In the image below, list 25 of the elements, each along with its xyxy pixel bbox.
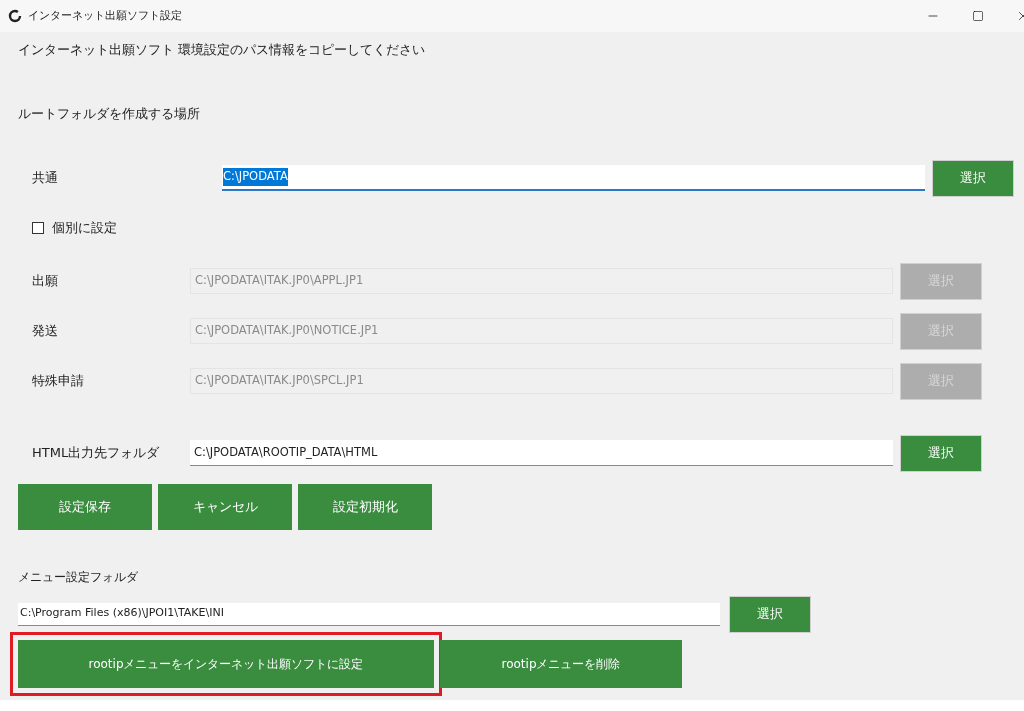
- path-field[interactable]: C:\Program Files (x86)\JPOI1\TAKE\INI: [18, 602, 720, 626]
- path-field[interactable]: C:\JPODATA: [222, 165, 925, 191]
- menu-button[interactable]: rootipメニューをインターネット出願ソフトに設定: [18, 640, 434, 688]
- field-label: HTML出力先フォルダ: [31, 444, 161, 463]
- select-button[interactable]: 選択: [900, 434, 982, 472]
- field-label: 共通: [31, 169, 59, 188]
- field-label: 発送: [31, 322, 59, 341]
- section-label: ルートフォルダを作成する場所: [18, 105, 200, 124]
- instruction-text: インターネット出願ソフト 環境設定のパス情報をコピーしてください: [18, 41, 426, 60]
- field-label: 出願: [31, 272, 59, 291]
- menu-button[interactable]: rootipメニューを削除: [440, 640, 682, 688]
- checkbox[interactable]: [32, 222, 44, 234]
- select-button[interactable]: 選択: [729, 595, 811, 633]
- field-label: 特殊申請: [31, 372, 85, 391]
- field-value: C:\JPODATA: [223, 168, 288, 186]
- path-field[interactable]: C:\JPODATA\ROOTIP_DATA\HTML: [190, 440, 893, 466]
- action-button[interactable]: 設定初期化: [298, 484, 432, 530]
- action-button[interactable]: キャンセル: [158, 484, 292, 530]
- window-title: インターネット出願ソフト設定: [28, 7, 182, 24]
- app-icon: [8, 9, 22, 23]
- select-button[interactable]: 選択: [932, 159, 1014, 197]
- action-button[interactable]: 設定保存: [18, 484, 152, 530]
- maximize-icon[interactable]: [972, 10, 984, 22]
- section-label: メニュー設定フォルダ: [18, 569, 138, 586]
- checkbox-label: 個別に設定: [52, 219, 117, 238]
